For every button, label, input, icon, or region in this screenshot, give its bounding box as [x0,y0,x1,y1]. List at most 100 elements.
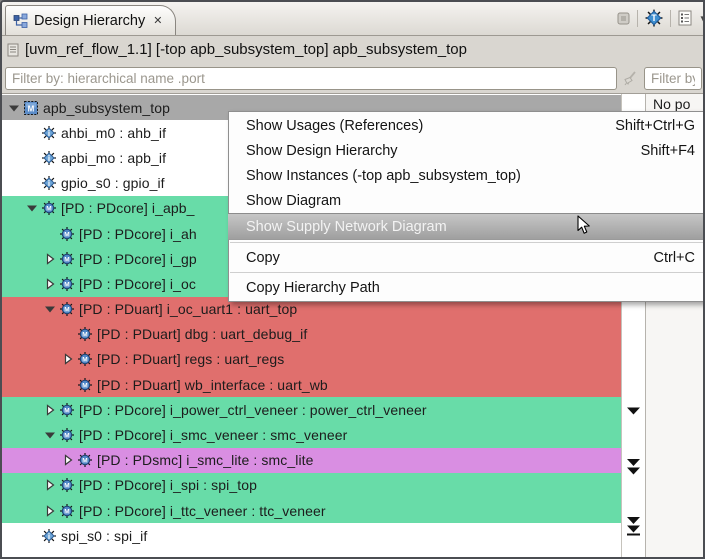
tree-row[interactable]: M [PD : PDcore] i_spi : spi_top [2,472,621,498]
tab-title: Design Hierarchy [34,12,146,29]
tree-row-label: [PD : PDcore] i_gp [79,250,197,267]
scroll-end-marker-icon[interactable] [625,516,642,536]
design-info-bar: [uvm_ref_flow_1.1] [-top apb_subsystem_t… [2,36,703,63]
tree-row[interactable]: M [PD : PDcore] i_ttc_veneer : ttc_veneer [2,498,621,524]
expander-collapsed-icon[interactable] [60,453,76,467]
menu-item-label: Show Usages (References) [246,117,424,134]
svg-text:M: M [64,407,69,414]
menu-item-shortcut: Ctrl+C [653,249,696,266]
hierarchy-tree-icon [13,13,28,28]
tree-row[interactable]: M [PD : PDuart] wb_interface : uart_wb [2,372,621,398]
svg-text:M: M [82,332,87,339]
context-menu: Show Usages (References) Shift+Ctrl+G Show… [228,111,703,302]
expander-expanded-icon[interactable] [24,201,40,215]
svg-text:M: M [82,382,87,389]
expander-collapsed-icon[interactable] [42,252,58,266]
module-icon: M [59,402,74,417]
menu-item-show-supply-network-diagram[interactable]: Show Supply Network Diagram [228,213,703,240]
arrow-pointer-icon [577,215,590,234]
svg-text:M: M [64,508,69,515]
tree-row-label: [PD : PDcore] i_ttc_veneer : ttc_veneer [79,502,326,519]
module-icon: M [59,302,74,317]
menu-item-show-design-hierarchy[interactable]: Show Design Hierarchy Shift+F4 [229,138,703,163]
tree-row[interactable]: M [PD : PDcore] i_smc_veneer : smc_veneer [2,422,621,448]
expander-collapsed-icon[interactable] [42,277,58,291]
svg-text:M: M [64,306,69,313]
tree-row-label: [PD : PDcore] i_smc_veneer : smc_veneer [79,427,348,444]
view-toolbar: T ▾ [617,9,703,27]
tree-row[interactable]: M [PD : PDcore] i_power_ctrl_veneer : pow… [2,397,621,423]
ports-filter-input[interactable] [644,66,702,90]
expander-collapsed-icon[interactable] [42,504,58,518]
svg-text:M: M [82,357,87,364]
expander-collapsed-icon[interactable] [60,352,76,366]
tree-row-label: gpio_s0 : gpio_if [61,175,165,192]
expander-collapsed-icon[interactable] [42,403,58,417]
interface-icon: i [41,125,56,140]
module-icon: M [59,251,74,266]
svg-text:M: M [64,281,69,288]
tab-design-hierarchy[interactable]: Design Hierarchy ✕ [5,5,177,35]
hierarchy-filter-input[interactable] [5,66,617,90]
scroll-down-marker-icon[interactable] [625,406,642,416]
design-hierarchy-view: Design Hierarchy ✕ T [uvm_ref_flow_1.1] … [0,0,705,559]
menu-item-copy[interactable]: Copy Ctrl+C [229,245,703,270]
svg-text:M: M [64,231,69,238]
tree-row[interactable]: M [PD : PDsmc] i_smc_lite : smc_lite [2,447,621,473]
tree-row[interactable]: i spi_s0 : spi_if [2,523,621,548]
filter-bar [2,63,703,93]
minimize-square-icon[interactable] [617,12,630,25]
scroll-down-double-marker-icon[interactable] [625,458,642,476]
tree-row-label: [PD : PDcore] i_spi : spi_top [79,477,257,494]
svg-text:i: i [47,154,49,163]
expander-expanded-icon[interactable] [42,302,58,316]
menu-item-show-usages-references[interactable]: Show Usages (References) Shift+Ctrl+G [229,113,703,138]
outline-list-icon[interactable] [678,10,693,26]
tree-row[interactable]: M [PD : PDuart] regs : uart_regs [2,346,621,373]
expander-collapsed-icon[interactable] [42,478,58,492]
close-icon[interactable]: ✕ [153,14,162,27]
module-icon: M [41,201,56,216]
design-info-text: [uvm_ref_flow_1.1] [-top apb_subsystem_t… [25,41,467,58]
menu-item-shortcut: Shift+F4 [640,142,695,159]
svg-text:M: M [64,256,69,263]
menu-item-copy-hierarchy-path[interactable]: Copy Hierarchy Path [229,275,703,300]
module-icon: M [77,327,92,342]
tree-row-label: spi_s0 : spi_if [61,527,148,544]
module-icon: M [77,377,92,392]
expander-expanded-icon[interactable] [42,428,58,442]
interface-icon: i [41,176,56,191]
gear-t-icon[interactable]: T [645,9,663,27]
module-icon: M [59,276,74,291]
menu-item-show-instances-top-apb-subsystem-top[interactable]: Show Instances (-top apb_subsystem_top) [229,163,703,188]
menu-item-shortcut: Shift+Ctrl+G [615,117,695,134]
menu-item-label: Show Diagram [246,192,342,209]
svg-text:T: T [652,13,658,23]
tree-row-label: [PD : PDcore] i_apb_ [61,200,195,217]
module-icon: M [59,226,74,241]
tree-row[interactable]: M [PD : PDuart] dbg : uart_debug_if [2,321,621,347]
svg-text:i: i [47,532,49,541]
menu-item-label: Copy [246,249,280,266]
svg-text:M: M [64,483,69,490]
interface-icon: i [41,150,56,165]
menu-item-show-diagram[interactable]: Show Diagram [229,188,703,213]
module-icon: M [59,428,74,443]
module-icon: M [77,352,92,367]
menu-separator [230,272,703,273]
tree-row-label: [PD : PDcore] i_oc [79,275,196,292]
svg-text:M: M [82,458,87,465]
tab-bar: Design Hierarchy ✕ T [2,2,703,36]
chevron-down-icon[interactable]: ▾ [700,12,703,25]
clear-filter-brush-icon[interactable] [617,70,643,86]
menu-item-label: Show Design Hierarchy [246,142,398,159]
expander-expanded-icon[interactable] [6,101,22,115]
tree-row-label: [PD : PDsmc] i_smc_lite : smc_lite [97,452,314,469]
svg-text:M: M [46,206,51,213]
